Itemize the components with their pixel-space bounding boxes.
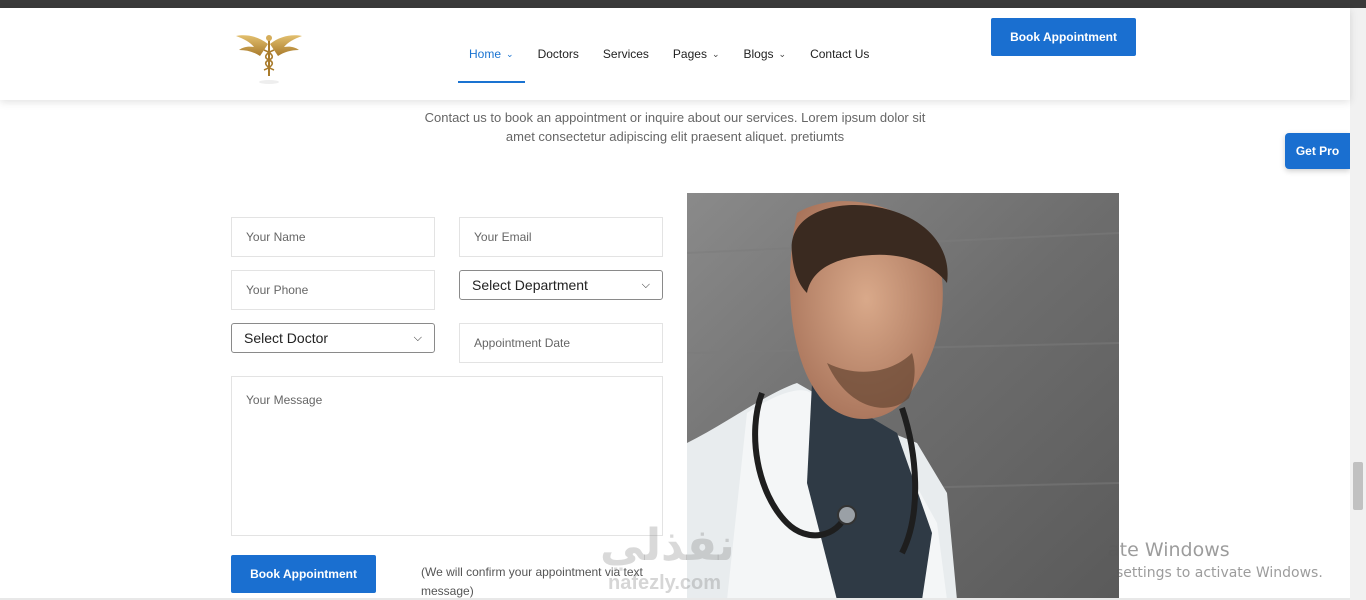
appointment-date-input[interactable] (459, 323, 663, 363)
phone-input[interactable] (231, 270, 435, 310)
browser-top-bar (0, 0, 1366, 8)
department-select[interactable]: Select Department ⌵ (459, 270, 663, 300)
doctor-select-value: Select Doctor (244, 330, 329, 346)
chevron-down-icon: ⌵ (413, 331, 422, 344)
nav-item-label: Home (469, 47, 502, 61)
doctor-photo (687, 193, 1119, 600)
nav-item-blogs[interactable]: Blogs ⌄ (733, 25, 798, 83)
nav-item-doctors[interactable]: Doctors (527, 25, 590, 83)
caduceus-wings-logo-icon (236, 35, 302, 84)
windows-activation-notice: ate Windows settings to activate Windows… (1108, 538, 1323, 584)
department-select-value: Select Department (472, 277, 588, 293)
nav-item-label: Pages (672, 47, 707, 61)
contact-intro-text: Contact us to book an appointment or inq… (424, 110, 926, 144)
site-header: Home ⌄ Doctors Services Pages ⌄ Blogs ⌄ … (0, 8, 1350, 100)
header-book-appointment-button[interactable]: Book Appointment (991, 18, 1136, 56)
nav-item-label: Services (602, 47, 649, 61)
chevron-down-icon: ⌄ (506, 48, 514, 59)
nav-item-contact-us[interactable]: Contact Us (799, 25, 880, 83)
name-input[interactable] (231, 217, 435, 257)
form-book-appointment-button[interactable]: Book Appointment (231, 555, 376, 593)
activation-title: ate Windows (1108, 539, 1230, 561)
nav-item-label: Blogs (743, 47, 774, 61)
confirmation-note: (We will confirm your appointment via te… (421, 565, 643, 598)
doctor-select[interactable]: Select Doctor ⌵ (231, 323, 435, 353)
get-pro-button[interactable]: Get Pro (1285, 133, 1350, 169)
doctor-image-icon (687, 193, 1119, 600)
email-input[interactable] (459, 217, 663, 257)
nav-item-label: Doctors (537, 47, 579, 61)
chevron-down-icon: ⌄ (711, 48, 720, 59)
nav-item-home[interactable]: Home ⌄ (458, 25, 525, 83)
nav-item-services[interactable]: Services (592, 25, 660, 83)
activation-subtitle: settings to activate Windows. (1116, 565, 1323, 581)
nav-item-pages[interactable]: Pages ⌄ (662, 25, 731, 83)
chevron-down-icon: ⌵ (641, 278, 650, 291)
page-scrollbar[interactable] (1350, 8, 1366, 600)
nav-item-label: Contact Us (810, 47, 870, 61)
chevron-down-icon: ⌄ (778, 48, 787, 59)
main-nav: Home ⌄ Doctors Services Pages ⌄ Blogs ⌄ … (458, 8, 882, 100)
scrollbar-thumb[interactable] (1353, 462, 1363, 510)
site-logo[interactable] (234, 26, 304, 86)
message-textarea[interactable] (231, 376, 663, 536)
